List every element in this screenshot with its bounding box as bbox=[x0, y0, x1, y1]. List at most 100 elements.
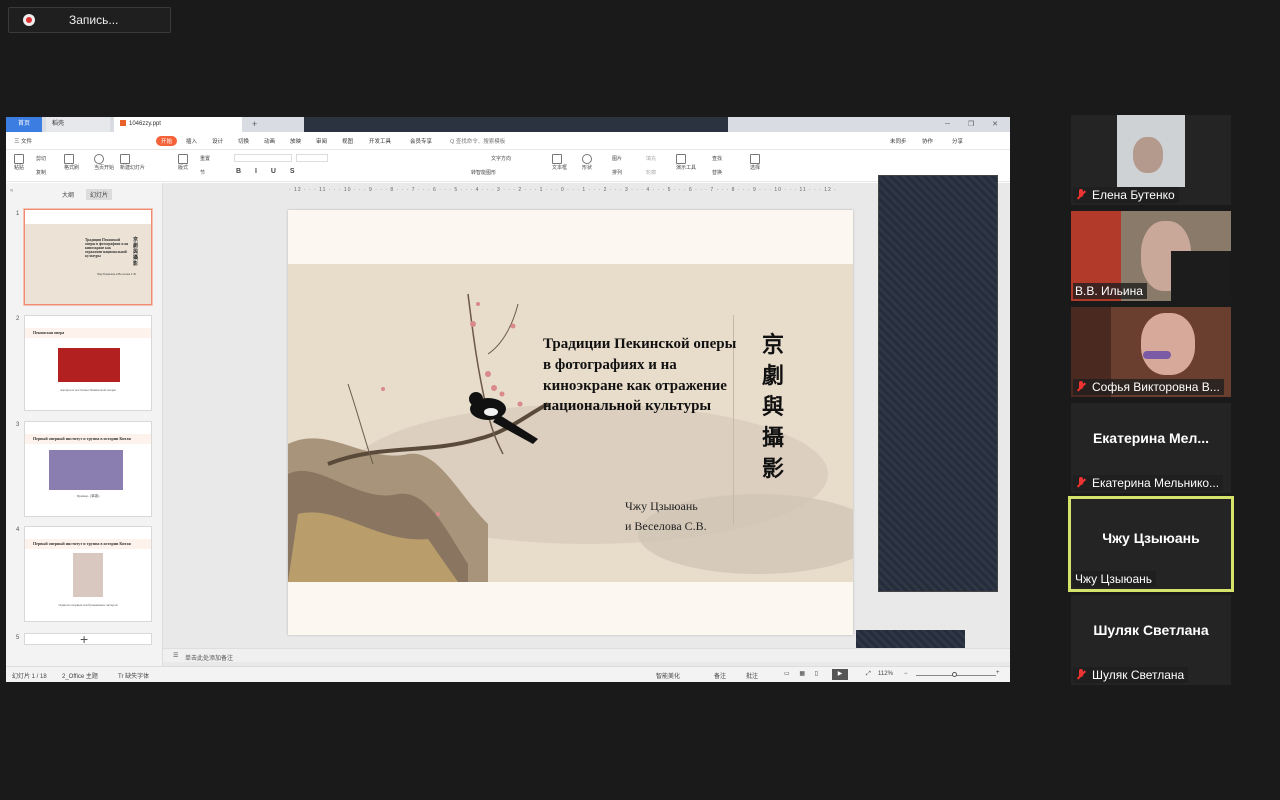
comments-toggle[interactable]: 批注 bbox=[746, 671, 758, 680]
menu-review[interactable]: 审阅 bbox=[316, 137, 327, 145]
mic-muted-icon bbox=[1075, 189, 1087, 201]
play-from-current-button[interactable]: 当页开始 bbox=[94, 154, 114, 171]
menu-bar: 三 文件 开始 插入 设计 切换 动画 放映 审阅 视图 开发工具 会员专享 Q… bbox=[6, 132, 1010, 150]
window-controls[interactable]: ─ ❐ ✕ bbox=[945, 117, 1006, 132]
play-slideshow-button[interactable]: ▶ bbox=[832, 669, 848, 680]
command-search[interactable]: Q 查找命令、搜索模板 bbox=[450, 137, 505, 145]
slide-authors[interactable]: Чжу Цзыюань и Веселова С.В. bbox=[625, 496, 707, 536]
participant-tile[interactable]: Екатерина Мел... Екатерина Мельнико... bbox=[1071, 403, 1231, 493]
menu-member[interactable]: 会员专享 bbox=[410, 137, 432, 145]
add-slide-button[interactable]: + bbox=[80, 631, 88, 647]
missing-font-button[interactable]: Tr 缺失字体 bbox=[118, 671, 149, 680]
tab-document-label: 1046zzy.ppt bbox=[129, 121, 161, 127]
collapse-pane-icon[interactable]: « bbox=[10, 188, 13, 194]
tab-home[interactable]: 首页 bbox=[6, 117, 42, 132]
menu-slideshow[interactable]: 放映 bbox=[290, 137, 301, 145]
thumb-caption: Актеры и костюмы Пекинской оперы bbox=[60, 388, 116, 392]
font-family-select[interactable] bbox=[234, 154, 292, 162]
record-icon bbox=[23, 14, 35, 26]
new-tab-button[interactable]: + bbox=[246, 117, 260, 132]
menu-design[interactable]: 设计 bbox=[212, 137, 223, 145]
current-slide[interactable]: Традиции Пекинской оперы в фотографиях и… bbox=[288, 210, 853, 635]
thumb-caption: Пример. (寧壽) bbox=[76, 494, 100, 498]
thumb-title: Традиции Пекинской оперы в фотографиях и… bbox=[85, 238, 129, 258]
notes-bar[interactable]: ☰ 单击此处添加备注 bbox=[163, 648, 1010, 662]
copy-button[interactable]: 复制 bbox=[36, 169, 46, 176]
zoom-in-button[interactable]: + bbox=[996, 670, 1000, 676]
participant-name-text: Екатерина Мельнико... bbox=[1092, 476, 1220, 490]
cut-button[interactable]: 剪切 bbox=[36, 155, 46, 162]
participant-tile[interactable]: Софья Викторовна В... bbox=[1071, 307, 1231, 397]
zoom-level[interactable]: 112% bbox=[878, 671, 893, 677]
slide-vertical-chinese-title[interactable]: 京 劇 與 攝 影 bbox=[758, 330, 788, 485]
slide-number: 1 bbox=[16, 211, 20, 217]
slide-thumbnail-1[interactable]: Традиции Пекинской оперы в фотографиях и… bbox=[24, 209, 152, 305]
paste-icon bbox=[14, 154, 24, 164]
view-mode-buttons[interactable]: ▭ ▦ ▯ bbox=[784, 670, 822, 677]
menu-developer[interactable]: 开发工具 bbox=[369, 137, 391, 145]
format-painter-button[interactable]: 格式刷 bbox=[64, 154, 79, 171]
picture-button[interactable]: 图片 bbox=[612, 155, 622, 162]
participant-tile[interactable]: Шуляк Светлана Шуляк Светлана bbox=[1071, 595, 1231, 685]
thumb-vertical-text: 京劇與攝影 bbox=[133, 238, 139, 267]
layout-button[interactable]: 版式 bbox=[178, 154, 188, 171]
layout-label: 版式 bbox=[178, 165, 189, 171]
menu-insert[interactable]: 插入 bbox=[186, 137, 197, 145]
select-label: 选择 bbox=[750, 165, 761, 171]
status-bar: 幻灯片 1 / 18 2_Office 主题 Tr 缺失字体 智能美化 备注 批… bbox=[6, 666, 1010, 682]
tab-slides[interactable]: 幻灯片 bbox=[86, 189, 113, 200]
menu-view[interactable]: 视图 bbox=[342, 137, 353, 145]
participant-tile[interactable]: В.В. Ильина bbox=[1071, 211, 1231, 301]
arrange-button[interactable]: 排列 bbox=[612, 169, 622, 176]
replace-button[interactable]: 替换 bbox=[712, 169, 722, 176]
new-slide-button[interactable]: 新建幻灯片 bbox=[120, 154, 145, 171]
shape-icon bbox=[582, 154, 592, 164]
recording-indicator[interactable]: Запись... bbox=[8, 7, 171, 33]
participant-tile[interactable]: Елена Бутенко bbox=[1071, 115, 1231, 205]
presentation-tools-button[interactable]: 演示工具 bbox=[676, 154, 696, 171]
smartart-button[interactable]: 转智能图形 bbox=[471, 169, 496, 176]
menu-animation[interactable]: 动画 bbox=[264, 137, 275, 145]
participant-tile-active-speaker[interactable]: Чжу Цзыюань Чжу Цзыюань bbox=[1068, 496, 1234, 592]
tab-wps[interactable]: 稻壳 bbox=[46, 117, 110, 132]
zoom-slider-thumb[interactable] bbox=[952, 672, 957, 677]
thumb-photo bbox=[73, 553, 103, 597]
slide-thumbnail-3[interactable]: Первый оперный институт и труппа в истор… bbox=[24, 421, 152, 517]
glasses bbox=[1143, 351, 1171, 359]
outline-button[interactable]: 轮廓 bbox=[646, 169, 656, 176]
section-button[interactable]: 节 bbox=[200, 169, 205, 176]
slide-thumbnail-2[interactable]: Пекинская опера Актеры и костюмы Пекинск… bbox=[24, 315, 152, 411]
menu-start[interactable]: 开始 bbox=[156, 136, 178, 146]
textbox-icon bbox=[552, 154, 562, 164]
collaborate-button[interactable]: 协作 bbox=[922, 137, 933, 145]
shape-button[interactable]: 形状 bbox=[582, 154, 592, 171]
participant-name-text: В.В. Ильина bbox=[1075, 284, 1143, 298]
textbox-button[interactable]: 文本框 bbox=[552, 154, 567, 171]
format-painter-label: 格式刷 bbox=[64, 165, 80, 171]
sync-status[interactable]: 未同步 bbox=[890, 137, 907, 145]
beautify-button[interactable]: 智能美化 bbox=[656, 671, 680, 680]
select-button[interactable]: 选择 bbox=[750, 154, 760, 171]
slide-number: 2 bbox=[16, 316, 20, 322]
fit-icon[interactable]: ⤢ bbox=[866, 671, 871, 678]
vert-char: 攝 bbox=[761, 425, 784, 451]
menu-file[interactable]: 三 文件 bbox=[14, 137, 32, 145]
font-size-select[interactable] bbox=[296, 154, 328, 162]
find-button[interactable]: 查找 bbox=[712, 155, 722, 162]
tab-outline[interactable]: 大纲 bbox=[62, 190, 74, 199]
text-direction-button[interactable]: 文字方向 bbox=[491, 155, 511, 162]
font-style-buttons[interactable]: B I U S bbox=[236, 168, 301, 175]
fill-button[interactable]: 填充 bbox=[646, 155, 656, 162]
menu-transition[interactable]: 切换 bbox=[238, 137, 249, 145]
tab-document[interactable]: 1046zzy.ppt bbox=[114, 117, 242, 132]
paste-button[interactable]: 粘贴 bbox=[14, 154, 24, 171]
slide-thumbnail-4[interactable]: Первый оперный институт и труппа в истор… bbox=[24, 526, 152, 622]
notes-placeholder[interactable]: 单击此处添加备注 bbox=[185, 653, 233, 662]
reset-button[interactable]: 重置 bbox=[200, 155, 210, 162]
slide-title[interactable]: Традиции Пекинской оперы в фотографиях и… bbox=[543, 334, 738, 417]
share-button[interactable]: 分享 bbox=[952, 137, 963, 145]
notes-toggle[interactable]: 备注 bbox=[714, 671, 726, 680]
participant-video bbox=[1117, 115, 1185, 187]
zoom-out-button[interactable]: − bbox=[904, 671, 908, 677]
participant-display-name: Екатерина Мел... bbox=[1092, 430, 1210, 446]
